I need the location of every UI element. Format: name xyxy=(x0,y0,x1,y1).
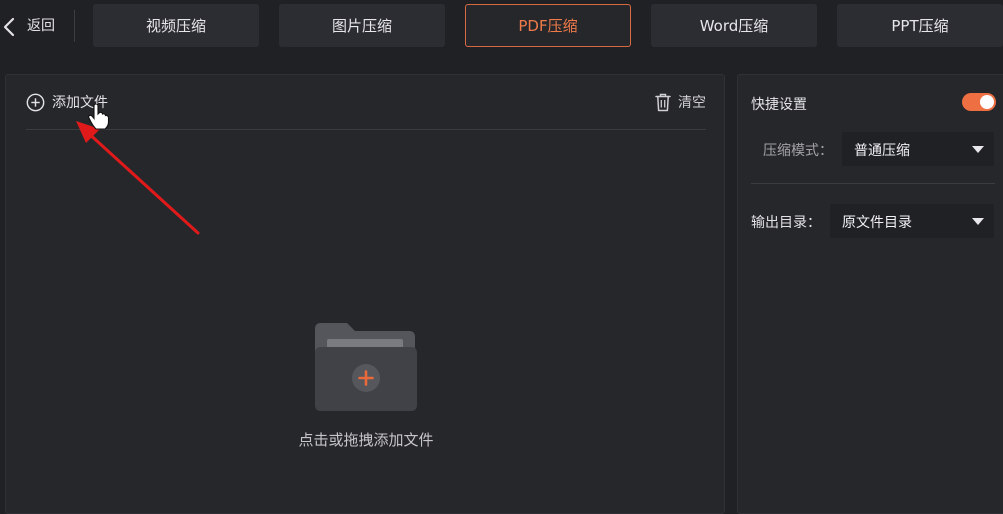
top-bar: 返回 视频压缩 图片压缩 PDF压缩 Word压缩 PPT压缩 xyxy=(0,0,1003,52)
annotation-arrow-icon xyxy=(76,121,200,235)
tab-ppt-compress[interactable]: PPT压缩 xyxy=(837,4,1003,47)
settings-panel: 快捷设置 压缩模式： 普通压缩 输出目录： 原文件目录 xyxy=(737,74,1003,514)
toggle-knob xyxy=(980,95,994,109)
chevron-down-icon xyxy=(972,218,984,225)
chevron-down-icon xyxy=(972,146,984,153)
compress-mode-value: 普通压缩 xyxy=(854,143,910,159)
quick-settings-label: 快捷设置 xyxy=(751,97,807,113)
drop-zone-hint: 点击或拖拽添加文件 xyxy=(298,431,434,449)
tab-video-compress[interactable]: 视频压缩 xyxy=(93,4,259,47)
clear-button[interactable]: 清空 xyxy=(655,91,706,113)
back-button[interactable]: 返回 xyxy=(0,4,70,48)
tab-pdf-compress[interactable]: PDF压缩 xyxy=(465,4,631,47)
chevron-left-icon xyxy=(3,17,15,37)
file-drop-zone[interactable]: 点击或拖拽添加文件 xyxy=(266,311,466,451)
compress-mode-label: 压缩模式： xyxy=(763,143,833,159)
trash-icon xyxy=(655,93,671,111)
hand-pointer-icon xyxy=(88,104,110,130)
output-dir-value: 原文件目录 xyxy=(842,215,912,231)
clear-label: 清空 xyxy=(678,95,706,111)
tab-image-compress[interactable]: 图片压缩 xyxy=(279,4,445,47)
back-label: 返回 xyxy=(27,18,55,34)
compress-mode-select[interactable]: 普通压缩 xyxy=(842,132,994,166)
top-divider xyxy=(74,10,75,42)
quick-settings-toggle[interactable] xyxy=(962,93,996,111)
output-dir-label: 输出目录： xyxy=(751,215,821,231)
output-dir-select[interactable]: 原文件目录 xyxy=(830,204,994,238)
settings-divider xyxy=(751,183,995,184)
plus-circle-icon xyxy=(26,93,45,111)
tab-word-compress[interactable]: Word压缩 xyxy=(651,4,817,47)
folder-plus-icon xyxy=(315,323,417,411)
